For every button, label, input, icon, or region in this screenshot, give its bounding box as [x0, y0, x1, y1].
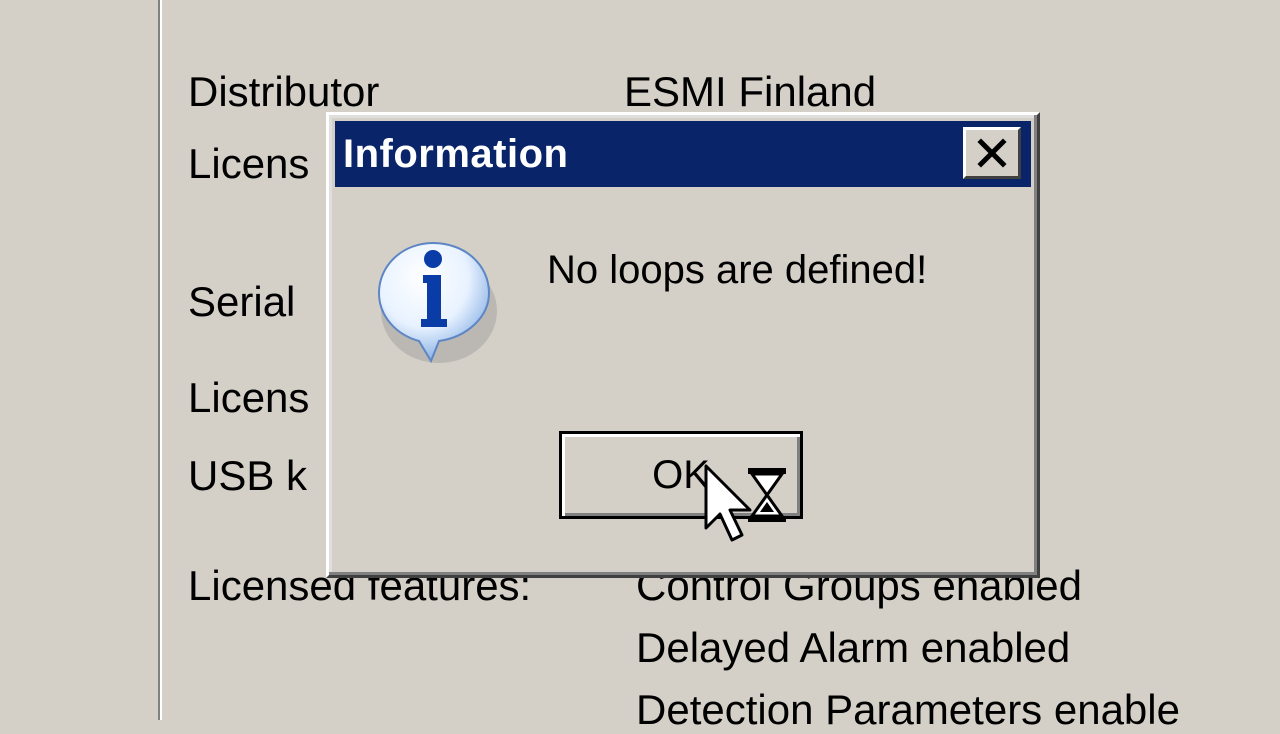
usb-key-label: USB k: [188, 452, 308, 499]
license-type-label: Licens: [188, 374, 310, 421]
feature-detection-parameters: Detection Parameters enable: [636, 686, 1180, 733]
arrow-busy-cursor-icon: [704, 464, 786, 542]
dialog-titlebar[interactable]: Information: [335, 121, 1031, 187]
information-icon: [377, 241, 497, 364]
dialog-title: Information: [343, 132, 569, 176]
dialog-message: No loops are defined!: [547, 248, 928, 292]
close-button[interactable]: [963, 127, 1021, 179]
serial-label: Serial: [188, 278, 296, 325]
distributor-label: Distributor: [188, 68, 380, 115]
distributor-value: ESMI Finland: [624, 68, 877, 115]
feature-delayed-alarm: Delayed Alarm enabled: [636, 624, 1071, 671]
close-icon: [977, 138, 1007, 168]
information-dialog: Information No loops are defined! OK: [326, 112, 1040, 578]
license-label: Licens: [188, 140, 310, 187]
window-divider: [158, 0, 162, 720]
